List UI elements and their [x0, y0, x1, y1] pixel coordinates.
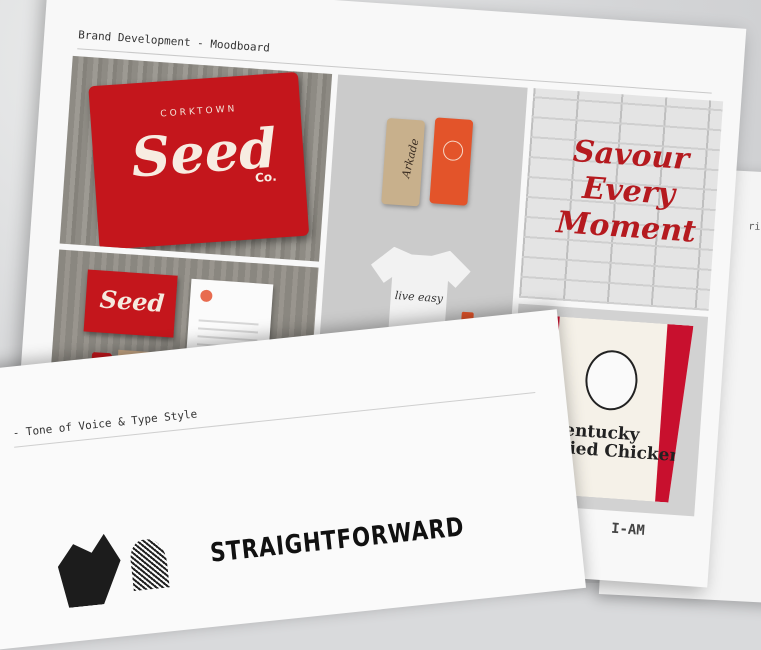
red-tshirt-image: CORKTOWN Seed Co.: [88, 71, 310, 251]
tile-brick-wall: Savour Every Moment: [518, 88, 724, 311]
back-sheet-title: ri: [748, 221, 761, 233]
kraft-tag-image: Arkade: [381, 117, 426, 207]
iam-logo: I-AM: [610, 520, 646, 539]
headline-text: STRAIGHTFORWARD: [208, 512, 466, 569]
business-card-image: Seed: [83, 269, 178, 338]
tag-text: Arkade: [399, 137, 422, 180]
card-logo-text: Seed: [98, 284, 166, 318]
orange-tag-image: [429, 117, 474, 206]
tile-seed-tee: CORKTOWN Seed Co.: [59, 55, 333, 262]
hatched-illustration: [128, 537, 170, 592]
tee-small-text: CORKTOWN: [160, 104, 238, 120]
tone-of-voice-sheet: - Tone of Voice & Type Style STRAIGHTFOR…: [0, 309, 586, 650]
tee-suffix-text: Co.: [254, 169, 278, 186]
tone-sheet-title: - Tone of Voice & Type Style: [12, 407, 198, 440]
colonel-icon: [583, 349, 639, 412]
sketch-illustration: [48, 532, 125, 609]
